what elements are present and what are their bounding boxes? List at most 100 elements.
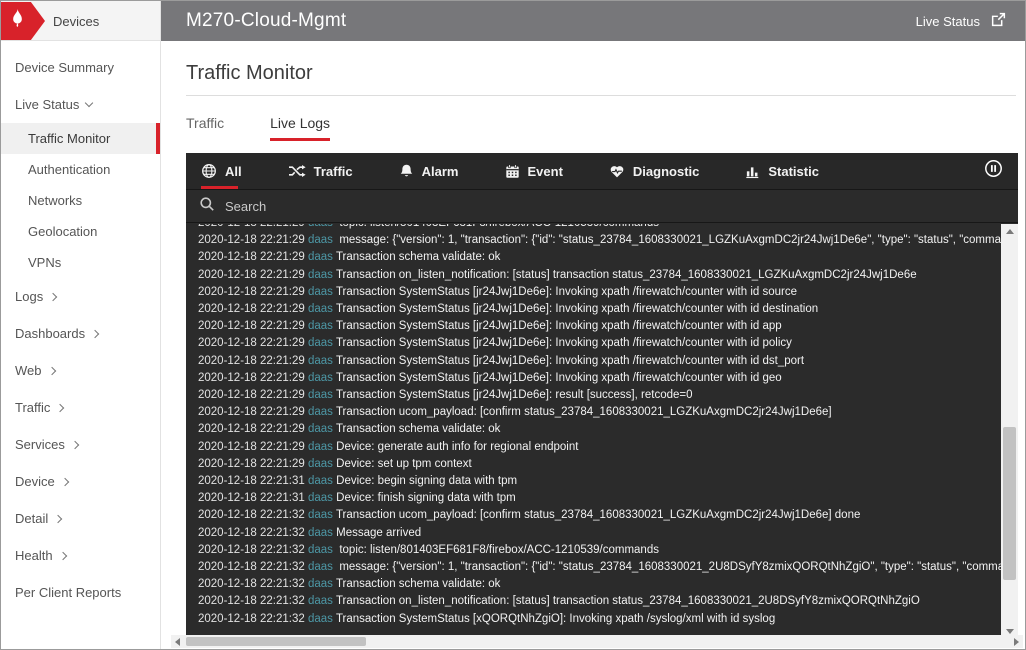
log-timestamp: 2020-12-18 22:21:32 (198, 561, 305, 573)
sidebar-item-device[interactable]: Device (1, 463, 160, 500)
monitor-tabs: Traffic Live Logs (186, 115, 1025, 141)
log-filter-tab-all[interactable]: All (201, 153, 242, 189)
log-filter-tab-alarm[interactable]: Alarm (399, 153, 459, 189)
log-source: daas (308, 269, 333, 281)
sidebar-item-label: Health (15, 548, 53, 563)
log-filter-tab-statistic[interactable]: Statistic (745, 153, 819, 189)
scroll-right-arrow-icon[interactable] (1010, 635, 1023, 648)
log-row: 2020-12-18 22:21:32 daas Transaction Sys… (198, 611, 1001, 628)
log-row: 2020-12-18 22:21:29 daas Transaction on_… (198, 267, 1001, 284)
scroll-left-arrow-icon[interactable] (171, 635, 184, 648)
log-message: Message arrived (336, 527, 421, 539)
main-content: Traffic Monitor Traffic Live Logs All Traf… (161, 41, 1025, 649)
log-source: daas (308, 544, 333, 556)
log-message: Transaction on_listen_notification: [sta… (336, 269, 917, 281)
chevron-right-icon (58, 552, 66, 560)
sidebar-item-traffic-monitor[interactable]: Traffic Monitor (1, 123, 160, 154)
external-link-icon (990, 11, 1007, 31)
sidebar-item-dashboards[interactable]: Dashboards (1, 315, 160, 352)
sidebar-item-label: Web (15, 363, 42, 378)
log-timestamp: 2020-12-18 22:21:32 (198, 527, 305, 539)
log-row: 2020-12-18 22:21:32 daas message: {"vers… (198, 559, 1001, 576)
sidebar-item-services[interactable]: Services (1, 426, 160, 463)
tab-traffic[interactable]: Traffic (186, 115, 224, 141)
pause-live-logs-button[interactable] (984, 153, 1003, 189)
sidebar-item-label: Services (15, 437, 65, 452)
heart-pulse-icon (609, 164, 625, 179)
tab-live-logs[interactable]: Live Logs (270, 115, 330, 141)
live-status-label: Live Status (916, 14, 980, 29)
log-row: 2020-12-18 22:21:29 daas Transaction Sys… (198, 284, 1001, 301)
log-row: 2020-12-18 22:21:29 daas Transaction Sys… (198, 318, 1001, 335)
sidebar-item-label: Device (15, 474, 55, 489)
log-filter-tab-traffic[interactable]: Traffic (288, 153, 353, 189)
log-filter-tab-diagnostic[interactable]: Diagnostic (609, 153, 699, 189)
sidebar-item-label: Device Summary (15, 60, 114, 75)
log-message: message: {"version": 1, "transaction": {… (336, 234, 1001, 246)
log-row: 2020-12-18 22:21:29 daas Transaction sch… (198, 421, 1001, 438)
log-source: daas (308, 251, 333, 263)
sidebar-item-live-status[interactable]: Live Status (1, 86, 160, 123)
flame-icon (9, 8, 26, 35)
log-timestamp: 2020-12-18 22:21:29 (198, 337, 305, 349)
search-input[interactable] (225, 199, 625, 214)
log-timestamp: 2020-12-18 22:21:29 (198, 441, 305, 453)
horizontal-scrollbar[interactable] (171, 635, 1023, 648)
live-status-link[interactable]: Live Status (916, 11, 1025, 31)
sidebar-item-device-summary[interactable]: Device Summary (1, 49, 160, 86)
sidebar-item-networks[interactable]: Networks (1, 185, 160, 216)
log-timestamp: 2020-12-18 22:21:31 (198, 475, 305, 487)
log-source: daas (308, 458, 333, 470)
log-filter-tab-event[interactable]: Event (505, 153, 563, 189)
log-row: 2020-12-18 22:21:29 daas Transaction sch… (198, 249, 1001, 266)
brand: Devices (1, 1, 160, 41)
sidebar-item-per-client-reports[interactable]: Per Client Reports (1, 574, 160, 611)
page-title: Traffic Monitor (186, 62, 1025, 85)
log-source: daas (308, 355, 333, 367)
vertical-scroll-thumb[interactable] (1003, 427, 1016, 580)
log-filter-tab-label: Statistic (768, 164, 819, 179)
log-row: 2020-12-18 22:21:32 daas topic: listen/8… (198, 542, 1001, 559)
log-filter-tab-label: All (225, 164, 242, 179)
log-timestamp: 2020-12-18 22:21:29 (198, 389, 305, 401)
log-filter-tabbar: All Traffic Alarm Event Diagnostic Statistic (186, 153, 1018, 190)
log-source: daas (308, 527, 333, 539)
log-row: 2020-12-18 22:21:29 daas Transaction Sys… (198, 353, 1001, 370)
log-source: daas (308, 286, 333, 298)
sidebar-item-label: Authentication (28, 162, 110, 177)
sidebar-item-authentication[interactable]: Authentication (1, 154, 160, 185)
log-lines: 2020-12-18 22:21:29 daas topic: listen/8… (186, 224, 1001, 638)
log-row: 2020-12-18 22:21:32 daas Transaction on_… (198, 593, 1001, 610)
log-source: daas (308, 224, 333, 229)
brand-flag (1, 2, 45, 40)
log-message: Transaction SystemStatus [jr24Jwj1De6e]:… (336, 355, 804, 367)
log-message: Transaction schema validate: ok (336, 251, 501, 263)
log-timestamp: 2020-12-18 22:21:29 (198, 269, 305, 281)
log-row: 2020-12-18 22:21:32 daas Transaction uco… (198, 507, 1001, 524)
log-timestamp: 2020-12-18 22:21:29 (198, 320, 305, 332)
scroll-up-arrow-icon[interactable] (1001, 224, 1018, 238)
chevron-right-icon (47, 367, 55, 375)
log-timestamp: 2020-12-18 22:21:29 (198, 406, 305, 418)
sidebar-item-web[interactable]: Web (1, 352, 160, 389)
log-timestamp: 2020-12-18 22:21:31 (198, 492, 305, 504)
sidebar-item-label: Dashboards (15, 326, 85, 341)
log-source: daas (308, 441, 333, 453)
sidebar-item-traffic[interactable]: Traffic (1, 389, 160, 426)
horizontal-scroll-thumb[interactable] (186, 637, 366, 646)
log-source: daas (308, 337, 333, 349)
log-source: daas (308, 423, 333, 435)
log-row: 2020-12-18 22:21:31 daas Device: begin s… (198, 473, 1001, 490)
sidebar-item-detail[interactable]: Detail (1, 500, 160, 537)
log-source: daas (308, 475, 333, 487)
vertical-scrollbar[interactable] (1001, 224, 1018, 638)
sidebar-item-health[interactable]: Health (1, 537, 160, 574)
sidebar-item-vpns[interactable]: VPNs (1, 247, 160, 278)
log-filter-tab-label: Traffic (314, 164, 353, 179)
sidebar-item-logs[interactable]: Logs (1, 278, 160, 315)
log-message: Transaction on_listen_notification: [sta… (336, 595, 920, 607)
log-row: 2020-12-18 22:21:29 daas message: {"vers… (198, 232, 1001, 249)
search-icon (199, 196, 215, 217)
log-timestamp: 2020-12-18 22:21:29 (198, 423, 305, 435)
sidebar-item-geolocation[interactable]: Geolocation (1, 216, 160, 247)
